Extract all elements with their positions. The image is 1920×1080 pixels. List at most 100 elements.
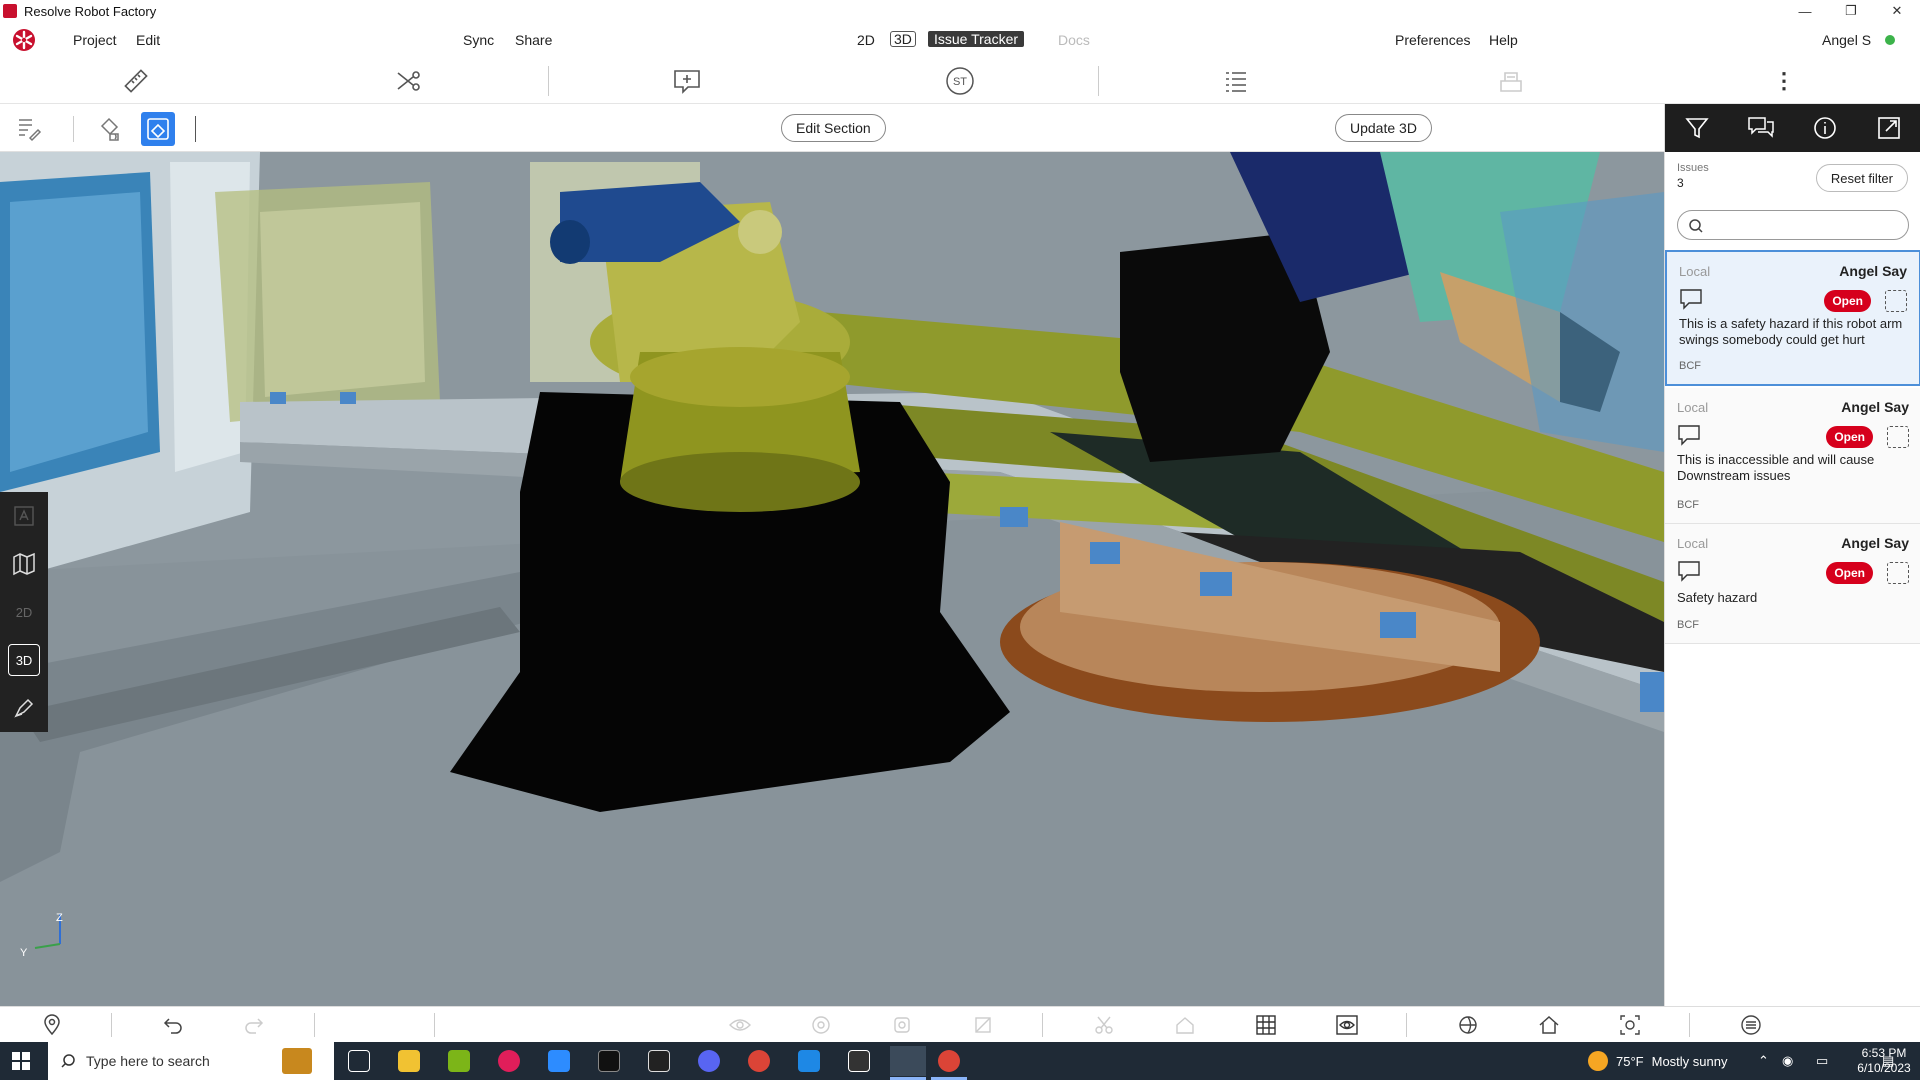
- orbit-icon[interactable]: [1454, 1011, 1482, 1039]
- paint-bucket-icon[interactable]: [92, 112, 126, 146]
- issue-select-checkbox[interactable]: [1887, 426, 1909, 448]
- 3d-viewport[interactable]: 2D 3D Z Y: [0, 152, 1664, 1006]
- issue-author: Angel Say: [1841, 399, 1909, 415]
- filter-icon[interactable]: [1665, 104, 1729, 152]
- measure-ruler-icon[interactable]: [120, 66, 152, 96]
- more-menu-icon[interactable]: ⋮: [1768, 66, 1800, 96]
- scissors-icon[interactable]: [1090, 1011, 1118, 1039]
- text-view-icon[interactable]: [8, 500, 40, 532]
- menu-share[interactable]: Share: [515, 32, 552, 48]
- issue-type: BCF: [1679, 360, 1701, 372]
- task-view-icon[interactable]: [348, 1050, 370, 1072]
- chrome-icon[interactable]: [938, 1050, 960, 1072]
- user-name[interactable]: Angel S: [1822, 32, 1871, 48]
- slack-icon[interactable]: [498, 1050, 520, 1072]
- status-badge[interactable]: Open: [1826, 426, 1873, 448]
- reset-filter-button[interactable]: Reset filter: [1815, 164, 1908, 192]
- window-title: Resolve Robot Factory: [24, 3, 157, 19]
- hide-selection-icon[interactable]: [969, 1011, 997, 1039]
- grid-view-icon[interactable]: [1252, 1011, 1280, 1039]
- view-3d-button[interactable]: 3D: [8, 644, 40, 676]
- issue-select-checkbox[interactable]: [1887, 562, 1909, 584]
- fit-view-icon[interactable]: [1616, 1011, 1644, 1039]
- issue-description: This is a safety hazard if this robot ar…: [1679, 316, 1903, 347]
- map-icon[interactable]: [8, 548, 40, 580]
- visibility-eye-icon[interactable]: [726, 1011, 754, 1039]
- menu-sync[interactable]: Sync: [463, 32, 494, 48]
- status-badge[interactable]: Open: [1826, 562, 1873, 584]
- file-explorer-icon[interactable]: [398, 1050, 420, 1072]
- issue-list-icon[interactable]: [1220, 66, 1252, 96]
- tab-docs[interactable]: Docs: [1058, 32, 1090, 48]
- notifications-icon[interactable]: ▤: [1882, 1042, 1894, 1080]
- comment-icon[interactable]: [1677, 424, 1701, 446]
- properties-list-icon[interactable]: [1737, 1011, 1765, 1039]
- add-issue-icon[interactable]: [671, 66, 703, 96]
- issue-card[interactable]: Local Angel Say Open This is inaccessibl…: [1665, 388, 1920, 524]
- chat-app-icon[interactable]: [698, 1050, 720, 1072]
- chrome-icon[interactable]: [748, 1050, 770, 1072]
- xray-icon[interactable]: [888, 1011, 916, 1039]
- issue-card[interactable]: Local Angel Say Open This is a safety ha…: [1665, 250, 1920, 386]
- issue-author: Angel Say: [1841, 535, 1909, 551]
- comments-icon[interactable]: [1729, 104, 1793, 152]
- comment-icon[interactable]: [1677, 560, 1701, 582]
- info-icon[interactable]: [1793, 104, 1857, 152]
- zoom-icon[interactable]: [548, 1050, 570, 1072]
- home-outline-icon[interactable]: [1171, 1011, 1199, 1039]
- issue-card[interactable]: Local Angel Say Open Safety hazard BCF: [1665, 524, 1920, 644]
- resolve-taskbar-icon[interactable]: [890, 1046, 926, 1076]
- section-box-tool-icon[interactable]: [141, 112, 175, 146]
- windows-start-icon[interactable]: [12, 1052, 30, 1070]
- mode-2d-button[interactable]: 2D: [857, 32, 875, 48]
- isolate-icon[interactable]: [807, 1011, 835, 1039]
- tray-chevron-icon[interactable]: ⌃: [1758, 1042, 1769, 1080]
- z-axis-label: Z: [56, 912, 63, 924]
- markup-icon[interactable]: [12, 112, 46, 146]
- tab-issue-tracker[interactable]: Issue Tracker: [928, 31, 1025, 47]
- camera-view-icon[interactable]: [1333, 1011, 1361, 1039]
- menu-project[interactable]: Project: [73, 32, 117, 48]
- close-button[interactable]: ✕: [1874, 0, 1920, 22]
- minimize-button[interactable]: —: [1782, 0, 1828, 22]
- taskbar-search-placeholder: Type here to search: [86, 1053, 210, 1069]
- menu-bar: Project Edit Sync Share 2D 3D Issue Trac…: [0, 22, 1920, 58]
- export-tray-icon[interactable]: [1495, 66, 1527, 96]
- tray-network-icon[interactable]: ▭: [1816, 1042, 1828, 1080]
- update-3d-button[interactable]: Update 3D: [1335, 114, 1432, 142]
- edit-section-button[interactable]: Edit Section: [781, 114, 886, 142]
- issue-search-input[interactable]: [1677, 210, 1909, 240]
- window-title-bar: Resolve Robot Factory — ❐ ✕: [0, 0, 1920, 22]
- undo-icon[interactable]: [159, 1011, 187, 1039]
- comment-icon[interactable]: [1679, 288, 1703, 310]
- weather-widget[interactable]: 75°F Mostly sunny: [1588, 1042, 1727, 1080]
- lx-app-icon[interactable]: [848, 1050, 870, 1072]
- restore-button[interactable]: ❐: [1828, 0, 1874, 22]
- vscode-icon[interactable]: [798, 1050, 820, 1072]
- taskbar-search-box[interactable]: Type here to search: [48, 1042, 334, 1080]
- status-badge[interactable]: Open: [1824, 290, 1871, 312]
- unity-icon[interactable]: [648, 1050, 670, 1072]
- location-pin-icon[interactable]: [38, 1011, 66, 1039]
- issues-count: 3: [1677, 176, 1684, 190]
- lambda-app-icon[interactable]: [448, 1050, 470, 1072]
- issue-select-checkbox[interactable]: [1885, 290, 1907, 312]
- view-2d-button[interactable]: 2D: [8, 596, 40, 628]
- app-tile-icon[interactable]: [598, 1050, 620, 1072]
- tray-location-icon[interactable]: ◉: [1782, 1042, 1793, 1080]
- redo-icon[interactable]: [240, 1011, 268, 1039]
- weather-description: Mostly sunny: [1651, 1053, 1728, 1069]
- pen-markup-icon[interactable]: [8, 692, 40, 724]
- st-tool-icon[interactable]: ST: [944, 66, 976, 96]
- expand-icon[interactable]: [1857, 104, 1920, 152]
- section-cut-icon[interactable]: [393, 66, 425, 96]
- menu-edit[interactable]: Edit: [136, 32, 160, 48]
- menu-help[interactable]: Help: [1489, 32, 1518, 48]
- os-taskbar: Type here to search 75°F Mostly sunny ⌃ …: [0, 1042, 1920, 1080]
- panel-tabs: [1665, 104, 1920, 152]
- home-view-icon[interactable]: [1535, 1011, 1563, 1039]
- resolve-logo-icon[interactable]: [12, 28, 36, 52]
- mode-3d-button[interactable]: 3D: [890, 31, 916, 47]
- main-toolbar: ST ⋮: [0, 58, 1920, 104]
- menu-preferences[interactable]: Preferences: [1395, 32, 1470, 48]
